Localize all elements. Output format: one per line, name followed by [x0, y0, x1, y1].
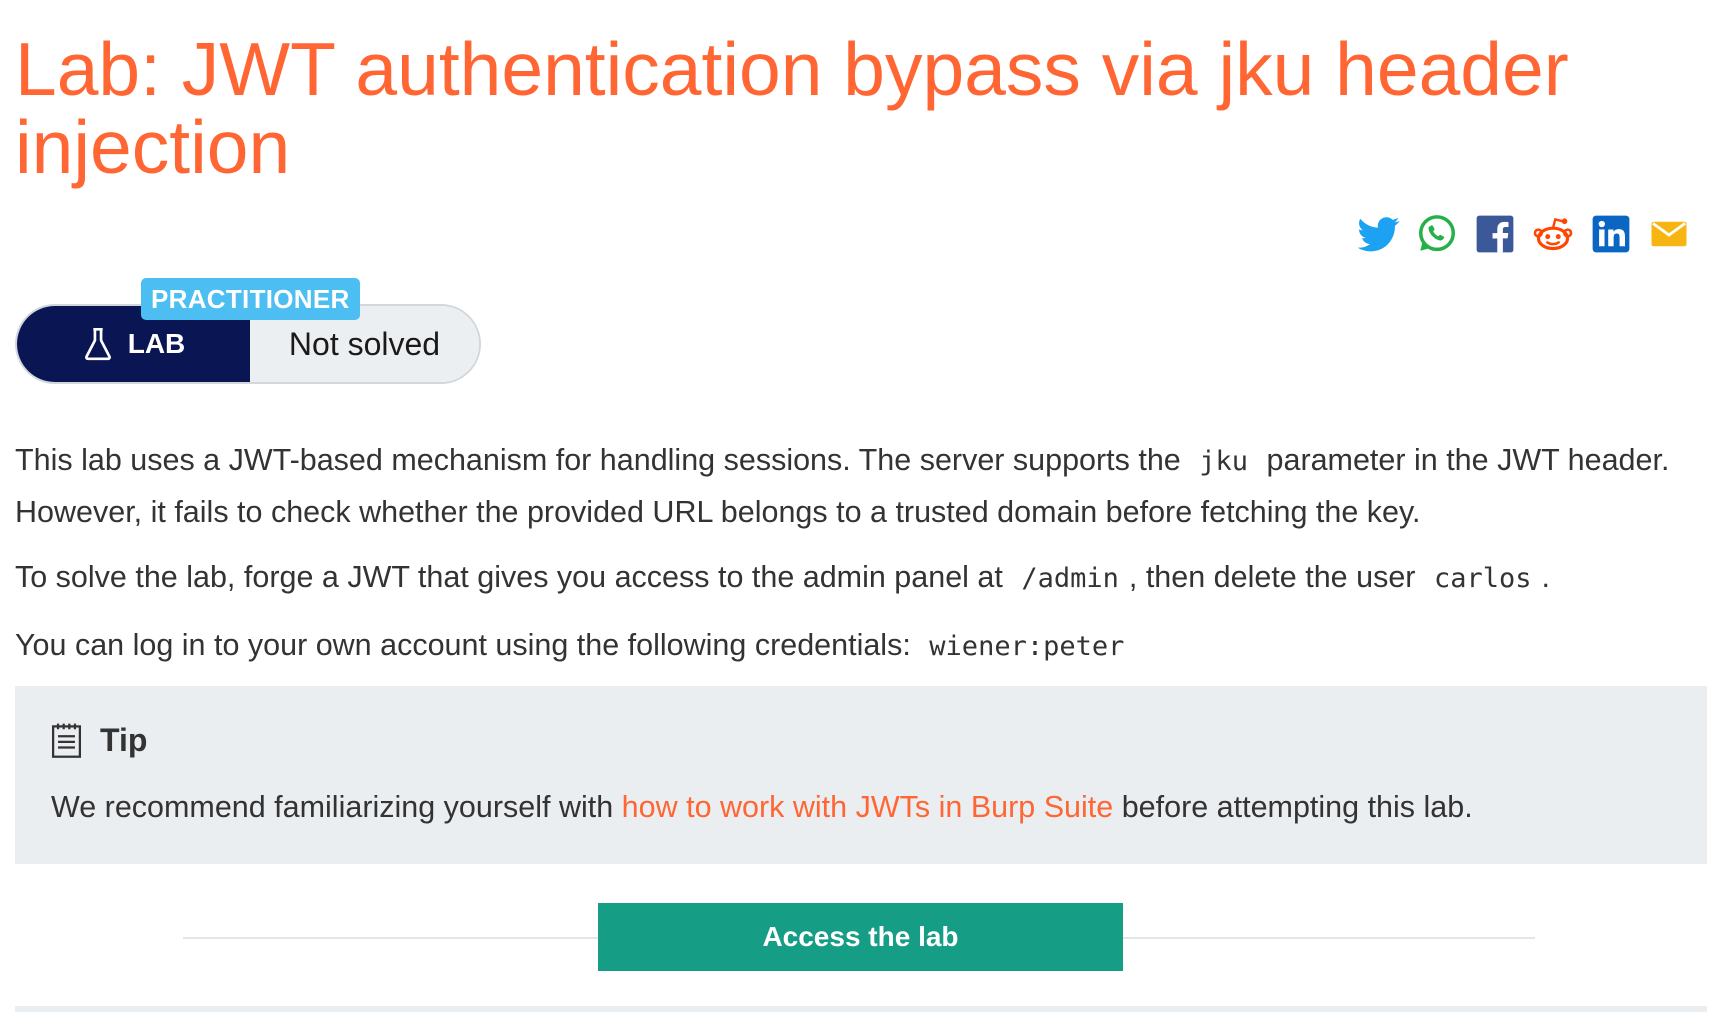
notepad-icon — [51, 723, 82, 758]
code-jku: jku — [1199, 446, 1249, 477]
facebook-icon[interactable] — [1474, 213, 1516, 255]
tip-header: Tip — [51, 722, 147, 759]
credentials-paragraph: You can log in to your own account using… — [15, 620, 1705, 672]
email-icon[interactable] — [1648, 213, 1690, 255]
next-section-edge — [15, 1006, 1707, 1012]
tip-text: We recommend familiarizing yourself with… — [51, 790, 1473, 824]
linkedin-icon[interactable] — [1590, 213, 1632, 255]
level-badge: PRACTITIONER — [141, 278, 360, 320]
lab-status-widget: PRACTITIONER LAB Not solved — [15, 278, 481, 384]
lab-label: LAB — [127, 328, 186, 359]
reddit-icon[interactable] — [1532, 213, 1574, 255]
access-lab-button[interactable]: Access the lab — [598, 903, 1123, 971]
tip-title: Tip — [100, 722, 148, 758]
share-bar — [1358, 213, 1690, 255]
code-admin-path: /admin — [1021, 563, 1119, 594]
burp-jwt-guide-link[interactable]: how to work with JWTs in Burp Suite — [622, 790, 1114, 824]
objective-paragraph: To solve the lab, forge a JWT that gives… — [15, 560, 1550, 594]
whatsapp-icon[interactable] — [1416, 213, 1458, 255]
code-username: carlos — [1433, 563, 1532, 594]
description-paragraph: This lab uses a JWT-based mechanism for … — [15, 443, 1670, 529]
twitter-icon[interactable] — [1358, 213, 1400, 255]
code-credentials: wiener:peter — [929, 631, 1125, 662]
flask-icon — [84, 328, 111, 361]
page-title: Lab: JWT authentication bypass via jku h… — [15, 27, 1569, 189]
tip-box: Tip We recommend familiarizing yourself … — [15, 686, 1707, 864]
